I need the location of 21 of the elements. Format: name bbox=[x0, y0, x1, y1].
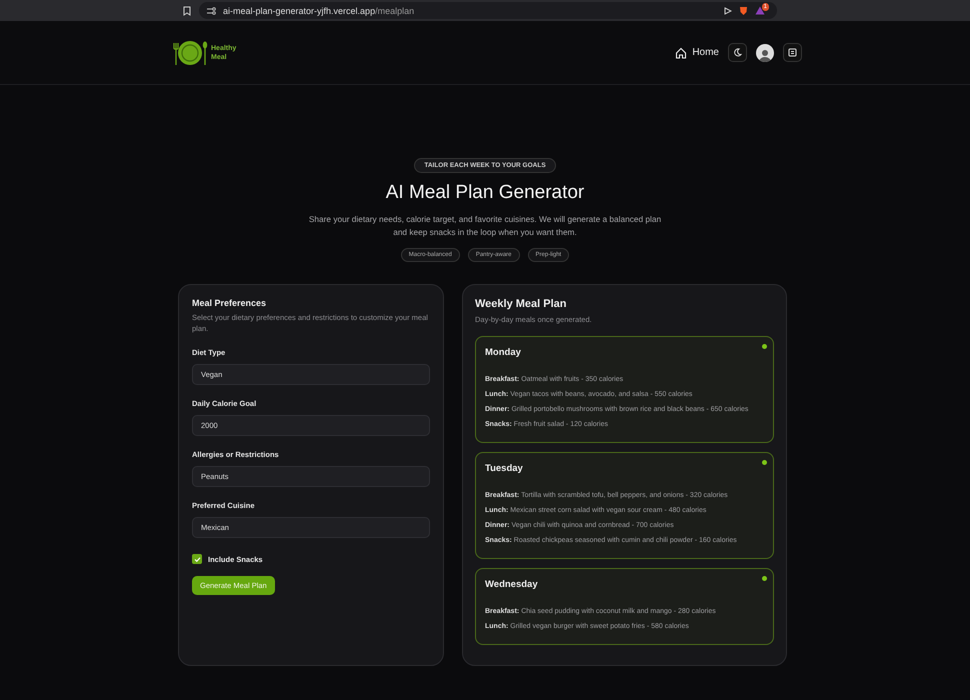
checkbox[interactable] bbox=[192, 554, 202, 564]
avatar[interactable] bbox=[756, 44, 774, 62]
plate-and-utensils-logo bbox=[172, 38, 208, 66]
site-settings-icon[interactable] bbox=[207, 6, 216, 14]
day-title: Tuesday bbox=[485, 463, 524, 474]
home-link[interactable]: Home bbox=[675, 46, 719, 58]
menu-icon bbox=[788, 48, 797, 57]
card-title: Meal Preferences bbox=[192, 298, 268, 308]
day-title: Monday bbox=[485, 347, 522, 358]
send-icon[interactable] bbox=[724, 6, 732, 14]
day-title: Wednesday bbox=[485, 579, 539, 590]
rewards-triangle-icon[interactable] bbox=[754, 6, 765, 15]
page-subtitle: Share your dietary needs, calorie target, and favorite cuisines. We will generate a balanced plan and keep snacks in the loop when you want them. bbox=[308, 213, 662, 239]
home-icon bbox=[675, 46, 688, 58]
moon-icon bbox=[733, 48, 742, 57]
page-title: AI Meal Plan Generator bbox=[386, 182, 584, 204]
bookmark-icon[interactable] bbox=[183, 6, 191, 16]
menu-button[interactable] bbox=[783, 43, 802, 62]
card-title: Weekly Meal Plan bbox=[475, 298, 568, 310]
url-text: ai-meal-plan-generator-yjfh.vercel.app/mealplan bbox=[223, 6, 414, 16]
dark-mode-toggle[interactable] bbox=[728, 43, 747, 62]
